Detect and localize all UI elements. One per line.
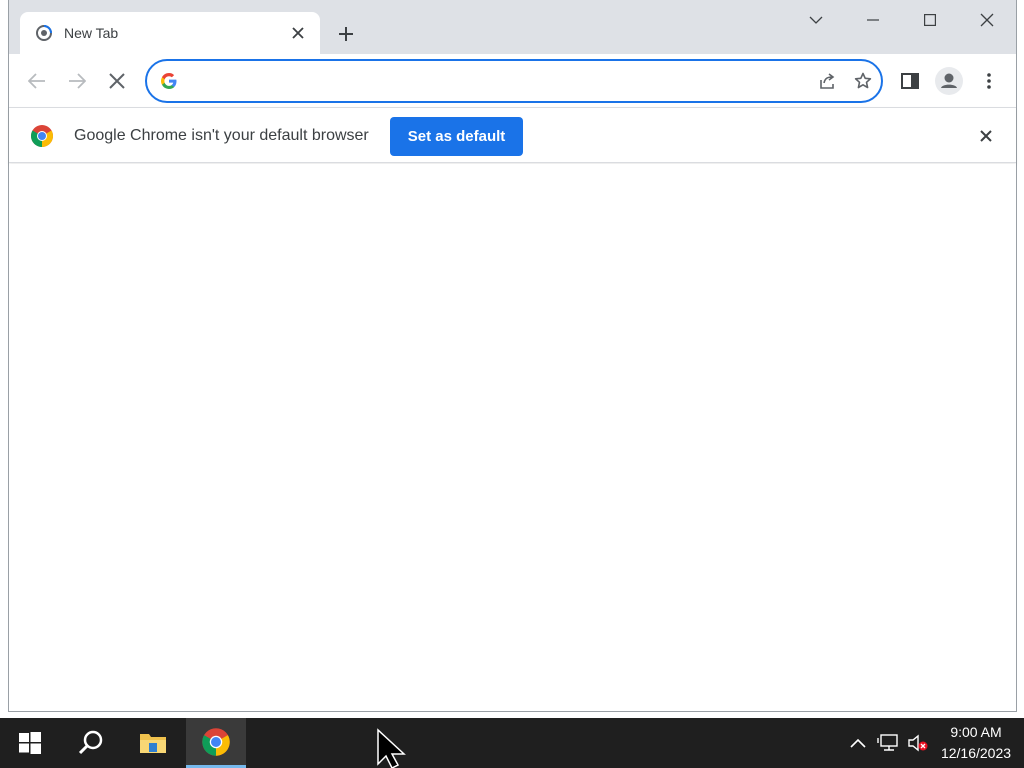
maximize-icon bbox=[924, 14, 936, 26]
chrome-taskbar-button[interactable] bbox=[186, 718, 246, 768]
maximize-button[interactable] bbox=[902, 0, 958, 40]
loading-spinner-icon bbox=[34, 23, 54, 43]
share-icon[interactable] bbox=[809, 63, 845, 99]
chrome-logo-icon bbox=[31, 125, 53, 147]
address-input[interactable] bbox=[187, 67, 809, 95]
plus-icon bbox=[339, 27, 353, 41]
forward-button[interactable] bbox=[60, 64, 94, 98]
tab-title: New Tab bbox=[64, 25, 119, 41]
minimize-icon bbox=[867, 19, 879, 21]
set-as-default-button[interactable]: Set as default bbox=[390, 117, 523, 156]
system-clock[interactable]: 9:00 AM 12/16/2023 bbox=[934, 722, 1018, 764]
close-window-button[interactable] bbox=[959, 0, 1015, 40]
file-explorer-icon bbox=[140, 734, 166, 753]
profile-button[interactable] bbox=[932, 64, 966, 98]
side-panel-button[interactable] bbox=[893, 64, 927, 98]
volume-muted-icon[interactable] bbox=[907, 731, 929, 755]
file-explorer-button[interactable] bbox=[123, 718, 183, 768]
windows-start-icon bbox=[19, 732, 41, 754]
tab-new-tab[interactable]: New Tab bbox=[20, 12, 320, 54]
title-bar: New Tab bbox=[9, 0, 1016, 54]
infobar-close-icon[interactable] bbox=[974, 124, 998, 148]
google-g-icon bbox=[159, 71, 179, 91]
stop-loading-button[interactable] bbox=[100, 64, 134, 98]
taskbar: 9:00 AM 12/16/2023 bbox=[0, 718, 1024, 768]
toolbar bbox=[9, 54, 1016, 107]
network-icon[interactable] bbox=[877, 731, 899, 755]
start-button[interactable] bbox=[0, 718, 60, 768]
menu-button[interactable] bbox=[972, 64, 1006, 98]
close-icon bbox=[980, 13, 994, 27]
bookmark-star-icon[interactable] bbox=[845, 63, 881, 99]
browser-window: New Tab Google Chrome isn't your default… bbox=[8, 0, 1017, 712]
chrome-icon bbox=[202, 727, 230, 756]
back-button[interactable] bbox=[20, 64, 54, 98]
arrow-left-icon bbox=[28, 73, 45, 89]
clock-time: 9:00 AM bbox=[950, 724, 1002, 740]
search-icon bbox=[78, 730, 103, 755]
kebab-menu-icon bbox=[987, 73, 991, 89]
infobar-message: Google Chrome isn't your default browser bbox=[74, 127, 369, 144]
side-panel-icon bbox=[901, 73, 919, 89]
tab-close-icon[interactable] bbox=[288, 23, 308, 43]
clock-date: 12/16/2023 bbox=[940, 745, 1012, 761]
avatar-icon bbox=[935, 67, 963, 95]
stop-icon bbox=[109, 73, 125, 89]
search-button[interactable] bbox=[61, 718, 121, 768]
tab-search-button[interactable] bbox=[788, 0, 844, 40]
minimize-button[interactable] bbox=[845, 0, 901, 40]
page-content bbox=[9, 164, 1016, 711]
address-bar[interactable] bbox=[145, 59, 883, 103]
chevron-down-icon bbox=[809, 16, 823, 24]
default-browser-infobar: Google Chrome isn't your default browser… bbox=[9, 107, 1016, 163]
new-tab-button[interactable] bbox=[332, 20, 360, 48]
desktop: New Tab Google Chrome isn't your default… bbox=[0, 0, 1024, 768]
arrow-right-icon bbox=[69, 73, 86, 89]
show-hidden-icons-chevron-up-icon[interactable] bbox=[847, 731, 869, 755]
mouse-cursor-icon bbox=[377, 728, 406, 768]
